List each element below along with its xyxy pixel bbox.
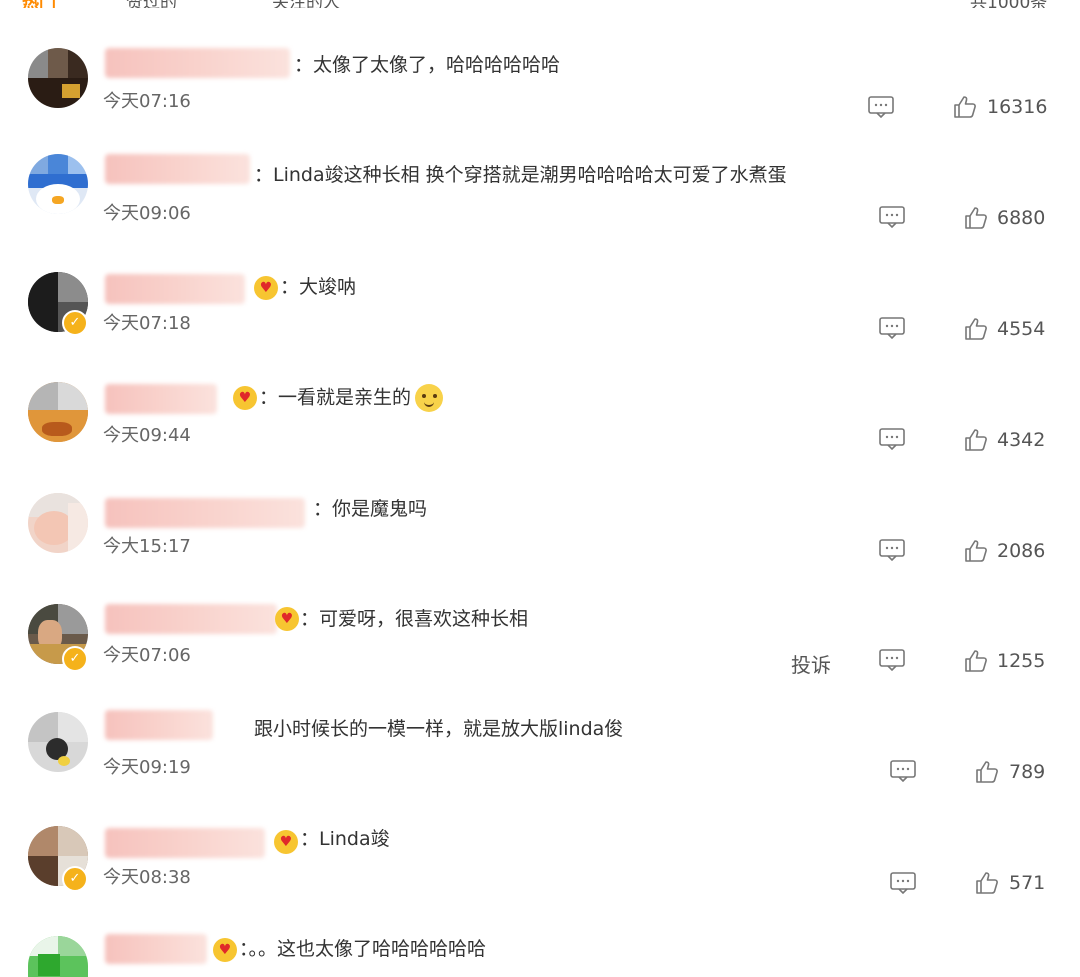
fan-badge-icon: ♥ — [233, 386, 257, 410]
username-blurred[interactable] — [105, 498, 305, 528]
thumbs-up-icon[interactable] — [975, 760, 999, 784]
comment-item: ♥ ：一看就是亲生的 今天09:44 4342 — [0, 372, 1080, 482]
username-blurred[interactable] — [105, 934, 207, 964]
report-button[interactable]: 投诉 — [791, 649, 831, 678]
fan-badge-icon: ♥ — [254, 276, 278, 300]
thumbs-up-icon[interactable] — [975, 871, 999, 895]
thumbs-up-icon[interactable] — [964, 649, 988, 673]
like-count: 16316 — [987, 96, 1048, 118]
comment-text: ：可爱呀，很喜欢这种长相 — [300, 608, 529, 630]
tab-following[interactable]: 关注的人 — [272, 0, 340, 8]
like-count: 2086 — [997, 540, 1046, 562]
comment-time: 今天07:18 — [103, 313, 191, 334]
comment-icon[interactable] — [868, 96, 894, 118]
comment-item: 跟小时候长的一模一样，就是放大版linda俊 今天09:19 789 — [0, 704, 1080, 814]
username-blurred[interactable] — [105, 384, 217, 414]
thumbs-up-icon[interactable] — [953, 95, 977, 119]
username-blurred[interactable] — [105, 604, 277, 634]
comment-item: ✓ ♥ ：可爱呀，很喜欢这种长相 今天07:06 投诉 1255 — [0, 594, 1080, 704]
username-blurred[interactable] — [105, 828, 265, 858]
thumbs-up-icon[interactable] — [964, 206, 988, 230]
comment-item: ✓ ♥ ：Linda竣 今天08:38 571 — [0, 814, 1080, 924]
doge-emoji-icon — [415, 384, 444, 412]
avatar[interactable] — [28, 382, 88, 442]
like-count: 571 — [1009, 872, 1046, 894]
comment-text: ：大竣呐 — [280, 276, 357, 298]
avatar[interactable] — [28, 493, 88, 553]
comment-time: 今天08:38 — [103, 867, 191, 888]
comment-time: 今天09:44 — [103, 425, 191, 446]
comment-text: ：你是魔鬼吗 — [313, 498, 428, 520]
tab-hot[interactable]: 热门 — [22, 0, 56, 8]
comment-icon[interactable] — [879, 539, 905, 561]
comment-time: 今大15:17 — [103, 536, 191, 557]
username-blurred[interactable] — [105, 48, 290, 78]
thumbs-up-icon[interactable] — [964, 428, 988, 452]
tab-bar: 热门 赞过的 关注的人 共1000条 — [0, 0, 1080, 8]
verified-icon: ✓ — [62, 866, 88, 892]
fan-badge-icon: ♥ — [275, 607, 299, 631]
avatar[interactable] — [28, 48, 88, 108]
comment-text: ：。。这也太像了哈哈哈哈哈哈 — [239, 938, 487, 960]
comment-text: ：太像了太像了，哈哈哈哈哈哈 — [294, 54, 561, 76]
thumbs-up-icon[interactable] — [964, 539, 988, 563]
like-count: 789 — [1009, 761, 1046, 783]
comment-item: ：Linda竣这种长相 换个穿搭就是潮男哈哈哈哈太可爱了水煮蛋 今天09:06 … — [0, 150, 1080, 260]
comment-time: 今天07:06 — [103, 645, 191, 666]
verified-icon: ✓ — [62, 310, 88, 336]
comment-text: ：Linda竣这种长相 换个穿搭就是潮男哈哈哈哈太可爱了水煮蛋 — [254, 164, 787, 186]
fan-badge-icon: ♥ — [274, 830, 298, 854]
comment-time: 今天09:19 — [103, 757, 191, 778]
comment-item: ✓ ♥ ：大竣呐 今天07:18 4554 — [0, 262, 1080, 372]
comment-item: ：太像了太像了，哈哈哈哈哈哈 今天07:16 16316 — [0, 40, 1080, 150]
comment-text: 跟小时候长的一模一样，就是放大版linda俊 — [254, 718, 624, 740]
comment-icon[interactable] — [879, 428, 905, 450]
like-count: 4342 — [997, 429, 1046, 451]
comment-icon[interactable] — [879, 317, 905, 339]
username-blurred[interactable] — [105, 710, 213, 740]
comment-item: ：你是魔鬼吗 今大15:17 2086 — [0, 484, 1080, 594]
comment-time: 今天09:06 — [103, 203, 191, 224]
comment-icon[interactable] — [890, 760, 916, 782]
like-count: 4554 — [997, 318, 1046, 340]
comment-count: 共1000条 — [970, 0, 1047, 8]
comment-text: ：Linda竣 — [300, 828, 390, 850]
comment-icon[interactable] — [879, 649, 905, 671]
username-blurred[interactable] — [105, 154, 250, 184]
verified-icon: ✓ — [62, 646, 88, 672]
avatar[interactable] — [28, 712, 88, 772]
comment-text: ：一看就是亲生的 — [259, 384, 444, 412]
comment-time: 今天07:16 — [103, 91, 191, 112]
comment-icon[interactable] — [890, 872, 916, 894]
like-count: 1255 — [997, 650, 1046, 672]
comment-icon[interactable] — [879, 206, 905, 228]
tab-liked[interactable]: 赞过的 — [126, 0, 177, 8]
thumbs-up-icon[interactable] — [964, 317, 988, 341]
fan-badge-icon: ♥ — [213, 938, 237, 962]
like-count: 6880 — [997, 207, 1046, 229]
avatar[interactable] — [28, 154, 88, 214]
username-blurred[interactable] — [105, 274, 245, 304]
avatar[interactable] — [28, 936, 88, 977]
comment-item: ♥ ：。。这也太像了哈哈哈哈哈哈 — [0, 924, 1080, 977]
